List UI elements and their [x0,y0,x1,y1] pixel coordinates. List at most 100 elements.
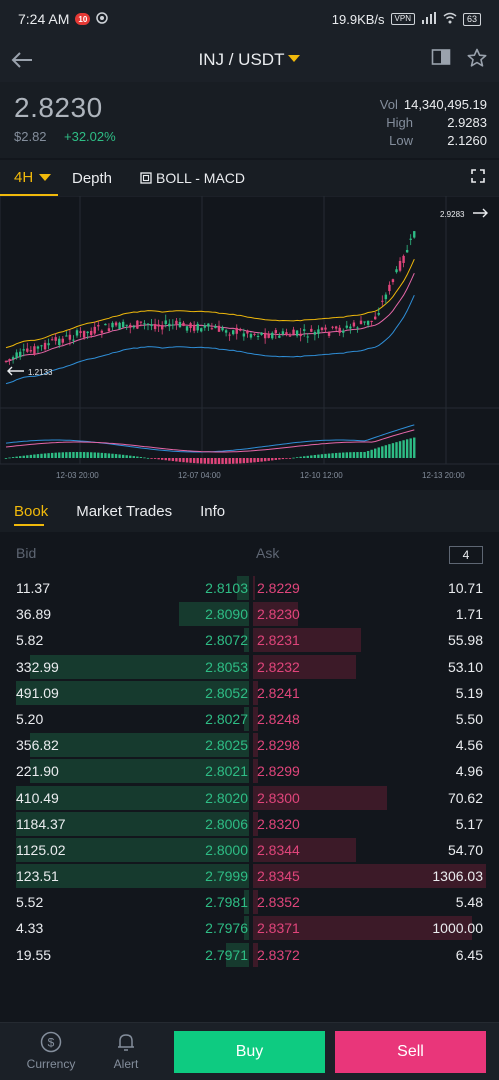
candle [104,323,107,326]
chevron-down-icon [288,55,301,62]
battery-icon: 63 [462,12,481,26]
candle [253,333,256,337]
order-book-row[interactable]: 4.33 2.7976 2.8371 1000.00 [0,915,499,941]
macd-bar [65,452,68,458]
macd-bar [192,458,196,464]
macd-bar [299,456,302,458]
sell-button[interactable]: Sell [335,1031,486,1073]
order-book-row[interactable]: 356.82 2.8025 2.8298 4.56 [0,732,499,758]
order-book-row[interactable]: 36.89 2.8090 2.8230 1.71 [0,601,499,627]
buy-button[interactable]: Buy [174,1031,325,1073]
candle [19,348,22,360]
candle [299,327,302,342]
alert-label: Alert [113,1057,139,1071]
currency-button[interactable]: $ Currency [21,1031,81,1071]
split-view-icon[interactable] [431,48,451,73]
macd-bar [118,454,121,458]
macd-bar [303,456,306,458]
ask-price: 2.8248 [257,710,300,727]
macd-bar [267,458,270,461]
candle [395,266,398,274]
back-button[interactable] [0,38,44,82]
order-book-row[interactable]: 5.20 2.8027 2.8248 5.50 [0,706,499,732]
bid-quantity: 36.89 [16,606,52,623]
order-book-row[interactable]: 1184.37 2.8006 2.8320 5.17 [0,811,499,837]
candle [4,360,8,364]
macd-bar [214,458,217,464]
order-book-row[interactable]: 11.37 2.8103 2.8229 10.71 [0,575,499,601]
chart-canvas: 2.9283 1.2133 12-03 20:00 12-07 04:00 12… [0,195,499,480]
order-book-row[interactable]: 332.99 2.8053 2.8232 53.10 [0,654,499,680]
order-book-row[interactable]: 5.82 2.8072 2.8231 55.98 [0,627,499,653]
vpn-icon: VPN [390,13,415,25]
macd-bar [249,458,253,463]
candle [157,319,160,333]
candle [121,319,125,328]
order-book-row[interactable]: 1125.02 2.8000 2.8344 54.70 [0,837,499,863]
macd-bar [274,458,277,460]
bid-price: 2.7999 [205,868,248,885]
tab-interval[interactable]: 4H [0,160,58,196]
svg-text:$: $ [48,1036,55,1050]
bid-price: 2.8053 [205,658,248,675]
pair-selector[interactable]: INJ / USDT [199,50,301,69]
bid-price: 2.7976 [205,920,248,937]
bid-quantity: 1184.37 [16,815,66,832]
alert-button[interactable]: Alert [96,1031,156,1071]
order-book-row[interactable]: 491.09 2.8052 2.8241 5.19 [0,680,499,706]
macd-bar [150,458,153,459]
candle [97,320,100,331]
candle [327,331,331,339]
order-book-row[interactable]: 410.49 2.8020 2.8300 70.62 [0,785,499,811]
tab-book[interactable]: Book [0,490,62,532]
ask-price: 2.8300 [257,789,300,806]
macd-bar [47,453,50,458]
macd-bar [54,452,57,458]
book-tabs: Book Market Trades Info [0,490,499,532]
candle [43,340,47,351]
candle [256,332,260,340]
macd-bar [146,457,150,459]
ask-price: 2.8298 [257,737,300,754]
macd-bar [185,458,189,463]
order-book-row[interactable]: 221.90 2.8021 2.8299 4.96 [0,758,499,784]
candle [189,321,192,333]
tab-indicators[interactable]: BOLL - MACD [126,160,259,196]
candle [342,328,345,338]
candle [168,319,171,332]
precision-selector[interactable]: 4 [449,546,483,564]
candle [93,321,96,336]
macd-bar [90,452,93,458]
indicator-icon [140,172,152,184]
macd-bar [171,458,175,462]
star-icon[interactable] [467,48,487,73]
macd-bar [164,458,167,461]
candle [235,324,238,340]
order-book: 11.37 2.8103 2.8229 10.71 36.89 2.8090 2.8230 1… [0,575,499,968]
order-book-row[interactable]: 5.52 2.7981 2.8352 5.48 [0,889,499,915]
tab-info[interactable]: Info [186,490,239,532]
candle [221,325,224,332]
macd-bar [153,458,157,459]
macd-bar [157,458,160,460]
order-book-row[interactable]: 19.55 2.7971 2.8372 6.45 [0,942,499,968]
candle [232,329,235,336]
macd-bar [242,458,246,464]
macd-bar [203,458,206,464]
candle [374,311,377,320]
x-tick: 12-03 20:00 [56,471,99,480]
macd-bar [288,458,292,459]
tab-market-trades[interactable]: Market Trades [62,490,186,532]
candle [182,320,185,327]
macd-line [5,424,415,453]
bid-price: 2.8052 [205,684,248,701]
order-book-row[interactable]: 123.51 2.7999 2.8345 1306.03 [0,863,499,889]
macd-bar [334,452,338,458]
candlestick-chart[interactable]: 2.9283 1.2133 12-03 20:00 12-07 04:00 12… [0,195,499,486]
fullscreen-button[interactable] [471,169,499,187]
x-tick: 12-13 20:00 [422,471,465,480]
ask-price: 2.8229 [257,580,300,596]
candle [381,295,384,306]
macd-bar [72,452,75,458]
tab-depth[interactable]: Depth [58,160,126,196]
